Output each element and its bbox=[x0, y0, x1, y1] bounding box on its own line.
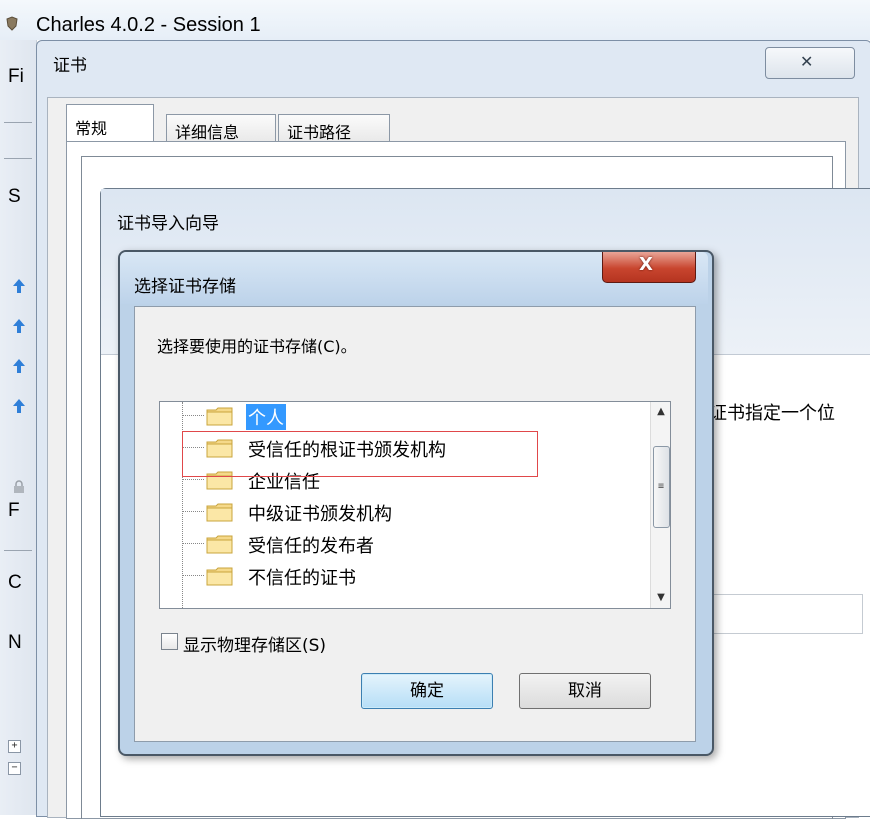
charles-app-icon bbox=[6, 16, 18, 31]
sidebar-divider bbox=[4, 550, 32, 551]
tree-branch bbox=[182, 511, 204, 512]
tree-branch bbox=[182, 415, 204, 416]
scroll-up-arrow-icon[interactable]: ▲ bbox=[651, 402, 670, 422]
show-physical-stores-label: 显示物理存储区(S) bbox=[183, 636, 327, 656]
cancel-button[interactable]: 取消 bbox=[519, 673, 651, 709]
scroll-thumb[interactable]: ≡ bbox=[653, 446, 670, 528]
store-item-trusted-publishers[interactable]: 受信任的发布者 bbox=[160, 530, 630, 558]
store-label: 个人 bbox=[246, 404, 286, 430]
tree-expand-icon[interactable]: + bbox=[8, 740, 21, 753]
select-store-dialog: 选择证书存储 X 选择要使用的证书存储(C)。 个人 受信任的根证书颁发机构 企… bbox=[118, 250, 714, 756]
sidebar-divider bbox=[4, 122, 32, 123]
store-label: 受信任的发布者 bbox=[248, 536, 374, 557]
folder-icon bbox=[206, 535, 233, 554]
sidebar-label-f[interactable]: F bbox=[8, 500, 20, 522]
tab-general[interactable]: 常规 bbox=[66, 104, 154, 144]
tree-branch bbox=[182, 479, 204, 480]
charles-sidebar: Fi S F C N + − bbox=[0, 40, 37, 815]
tree-collapse-icon[interactable]: − bbox=[8, 762, 21, 775]
certificate-close-button[interactable]: ✕ bbox=[765, 47, 855, 79]
wizard-store-field[interactable] bbox=[691, 594, 863, 634]
upload-arrow-icon bbox=[13, 279, 25, 293]
select-store-title: 选择证书存储 bbox=[134, 277, 236, 297]
tab-cert-path[interactable]: 证书路径 bbox=[278, 114, 390, 142]
sidebar-label-s[interactable]: S bbox=[8, 186, 21, 208]
select-store-titlebar: 选择证书存储 X bbox=[120, 252, 708, 304]
folder-icon bbox=[206, 503, 233, 522]
upload-arrow-icon bbox=[13, 399, 25, 413]
wizard-title: 证书导入向导 bbox=[117, 214, 219, 234]
close-icon: X bbox=[639, 254, 653, 275]
menu-file-partial[interactable]: Fi bbox=[8, 66, 24, 88]
wizard-store-instruction: 证书指定一个位 bbox=[709, 403, 835, 424]
store-item-untrusted[interactable]: 不信任的证书 bbox=[160, 562, 630, 590]
sidebar-divider bbox=[4, 158, 32, 159]
annotation-highlight-box bbox=[182, 431, 538, 477]
upload-arrow-icon bbox=[13, 359, 25, 373]
select-store-body: 选择要使用的证书存储(C)。 个人 受信任的根证书颁发机构 企业信任 中级证书颁… bbox=[134, 306, 696, 742]
folder-icon bbox=[206, 567, 233, 586]
grip-icon: ≡ bbox=[658, 481, 665, 492]
upload-arrow-icon bbox=[13, 319, 25, 333]
charles-title-bar: Charles 4.0.2 - Session 1 bbox=[0, 0, 870, 40]
select-store-close-button[interactable]: X bbox=[602, 252, 696, 283]
tree-scrollbar[interactable]: ▲ ≡ ▼ bbox=[650, 402, 670, 608]
tab-details[interactable]: 详细信息 bbox=[166, 114, 276, 142]
certificate-dialog-title: 证书 bbox=[53, 56, 87, 76]
tree-branch bbox=[182, 575, 204, 576]
lock-icon bbox=[14, 480, 24, 493]
scroll-down-arrow-icon[interactable]: ▼ bbox=[651, 588, 670, 608]
ok-button[interactable]: 确定 bbox=[361, 673, 493, 709]
store-label: 中级证书颁发机构 bbox=[248, 504, 392, 525]
sidebar-label-c[interactable]: C bbox=[8, 572, 22, 594]
charles-window-title: Charles 4.0.2 - Session 1 bbox=[36, 14, 261, 36]
store-item-intermediate-ca[interactable]: 中级证书颁发机构 bbox=[160, 498, 630, 526]
store-item-personal[interactable]: 个人 bbox=[160, 402, 630, 430]
sidebar-label-n[interactable]: N bbox=[8, 632, 22, 654]
store-label: 不信任的证书 bbox=[248, 568, 356, 589]
select-store-prompt: 选择要使用的证书存储(C)。 bbox=[157, 337, 357, 356]
folder-icon bbox=[206, 407, 233, 426]
close-icon: ✕ bbox=[800, 52, 814, 71]
tree-branch bbox=[182, 543, 204, 544]
show-physical-stores-checkbox[interactable] bbox=[161, 633, 178, 650]
